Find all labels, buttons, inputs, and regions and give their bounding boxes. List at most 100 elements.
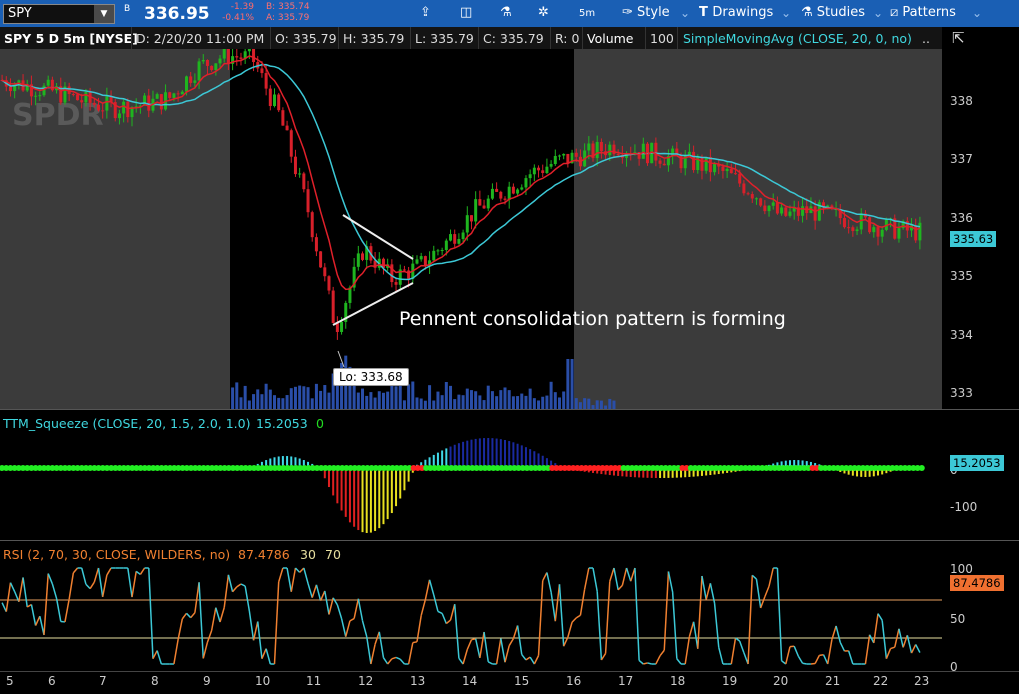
- rsi-segment: [706, 583, 710, 599]
- volume-bar: [311, 398, 314, 409]
- rsi-segment: [174, 639, 178, 664]
- rsi-segment: [786, 647, 790, 664]
- rsi-segment: [576, 615, 580, 618]
- interval-button[interactable]: 5m: [579, 8, 595, 19]
- studies-button[interactable]: ⚗ Studies: [801, 5, 865, 20]
- volume-bar: [353, 385, 356, 409]
- volume-bar: [403, 400, 406, 409]
- candle-body: [495, 189, 498, 192]
- candle-body: [327, 276, 330, 290]
- rsi-segment: [446, 620, 450, 624]
- chevron-down-icon[interactable]: ▼: [94, 5, 114, 23]
- patterns-icon: ⧄: [890, 5, 902, 20]
- volume-bar: [244, 386, 247, 409]
- candle-body: [420, 256, 423, 259]
- candle-body: [219, 59, 222, 64]
- squeeze-bar: [517, 444, 519, 468]
- rsi-segment: [136, 571, 140, 574]
- rsi-segment: [6, 583, 10, 612]
- symbol-selector[interactable]: SPY ▼: [3, 4, 115, 24]
- time-tick: 19: [722, 674, 737, 688]
- pattern-annotation[interactable]: Pennent consolidation pattern is forming: [399, 308, 786, 330]
- volume-bar: [248, 401, 251, 409]
- collapse-icon[interactable]: ⇱: [952, 29, 965, 47]
- rsi-segment: [530, 657, 534, 664]
- rsi-segment: [31, 604, 35, 625]
- rsi-segment: [367, 636, 371, 664]
- header-more[interactable]: ..: [922, 31, 930, 46]
- rsi-segment: [878, 614, 882, 621]
- candle-body: [84, 92, 87, 102]
- volume-bar: [491, 391, 494, 409]
- rsi-value: 87.4786: [238, 547, 290, 562]
- sma-label[interactable]: SimpleMovingAvg (CLOSE, 20, 0, no): [683, 31, 912, 46]
- rsi-segment: [203, 642, 207, 658]
- rsi-segment: [228, 575, 232, 592]
- flask-icon[interactable]: ⚗: [500, 5, 512, 20]
- volume-bar: [428, 385, 431, 409]
- price-chart[interactable]: SPDR: [0, 49, 942, 409]
- volume-bar: [256, 389, 259, 409]
- rsi-label[interactable]: RSI (2, 70, 30, CLOSE, WILDERS, no): [3, 547, 230, 562]
- volume-bar: [298, 386, 301, 409]
- rsi-segment: [304, 568, 308, 583]
- detach-icon[interactable]: ◫: [460, 5, 472, 20]
- candle-body: [206, 60, 209, 66]
- volume-bar: [571, 359, 574, 409]
- candle-body: [105, 96, 108, 110]
- rsi-segment: [606, 581, 610, 653]
- squeeze-bar: [466, 441, 468, 468]
- volume-value: 100: [650, 31, 674, 46]
- rsi-segment: [731, 638, 735, 664]
- candle-body: [705, 157, 708, 171]
- candle-body: [726, 169, 729, 171]
- time-tick: 15: [514, 674, 529, 688]
- rsi-segment: [258, 621, 262, 658]
- price-tick: 337: [950, 152, 973, 166]
- share-icon[interactable]: ⇪: [420, 5, 431, 20]
- candle-body: [281, 110, 284, 125]
- candle-body: [319, 251, 322, 267]
- rsi-segment: [279, 568, 283, 582]
- candle-body: [742, 183, 745, 193]
- rsi-segment: [354, 599, 358, 619]
- gear-icon[interactable]: ✲: [538, 5, 549, 20]
- volume-bar: [307, 387, 310, 409]
- patterns-button[interactable]: ⧄ Patterns: [890, 5, 956, 20]
- rsi-segment: [438, 611, 442, 613]
- squeeze-bar: [483, 438, 485, 468]
- candle-body: [713, 164, 716, 172]
- squeeze-label[interactable]: TTM_Squeeze (CLOSE, 20, 1.5, 2.0, 1.0): [3, 416, 251, 431]
- divider: [270, 27, 271, 49]
- volume-bar: [357, 393, 360, 409]
- candle-body: [332, 291, 335, 323]
- candle-body: [269, 89, 272, 106]
- candle-body: [403, 269, 406, 270]
- squeeze-bar: [487, 438, 489, 468]
- candle-body: [491, 189, 494, 199]
- squeeze-bar: [391, 468, 393, 513]
- rsi-segment: [195, 582, 199, 612]
- drawings-button[interactable]: T Drawings: [699, 5, 773, 20]
- squeeze-bar: [332, 468, 334, 495]
- candle-body: [759, 198, 762, 205]
- rsi-segment: [90, 582, 94, 588]
- time-tick: 14: [462, 674, 477, 688]
- rsi-segment: [765, 586, 769, 596]
- style-button[interactable]: ✑ Style: [622, 5, 670, 20]
- rsi-segment: [610, 568, 614, 581]
- rsi-segment: [233, 587, 237, 592]
- candle-body: [700, 158, 703, 171]
- low-label: Lo: 333.68: [333, 368, 409, 386]
- squeeze-bar: [504, 440, 506, 468]
- rsi-segment: [673, 592, 677, 659]
- candle-body: [252, 49, 255, 62]
- rsi-segment: [526, 657, 530, 660]
- rsi-segment: [635, 568, 639, 660]
- volume-bar: [466, 389, 469, 409]
- candle-body: [566, 154, 569, 163]
- chevron-icon: ⌄: [781, 6, 791, 20]
- style-icon: ✑: [622, 5, 637, 20]
- squeeze-bar: [500, 439, 502, 468]
- volume-bar: [319, 391, 322, 409]
